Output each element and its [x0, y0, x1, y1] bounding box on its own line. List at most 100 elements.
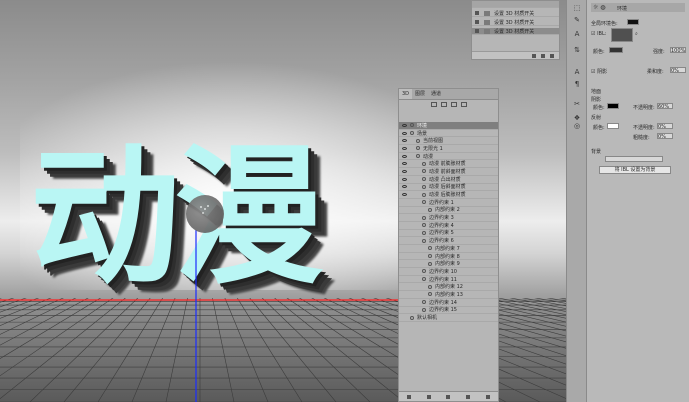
layer-row[interactable]: 动漫 前膨胀材质 — [399, 160, 498, 169]
history-item[interactable]: 设置 3D 材质开关 — [472, 10, 559, 17]
history-thumbnail — [484, 28, 490, 34]
scene-filter-icon[interactable] — [430, 101, 437, 107]
camera-icon[interactable] — [541, 53, 545, 58]
layer-row[interactable]: 边界约束 11 — [399, 276, 498, 284]
eye-visibility-icon[interactable] — [402, 185, 407, 189]
node-type-icon — [422, 200, 426, 205]
layer-row[interactable]: 动漫 后斜面材质 — [399, 184, 498, 192]
eye-visibility-icon[interactable] — [402, 162, 407, 166]
3d-filter-toolbar — [399, 99, 498, 109]
new-object-icon[interactable] — [466, 394, 471, 399]
layer-row[interactable]: 边界约束 4 — [399, 222, 498, 230]
eye-visibility-icon[interactable] — [402, 146, 407, 150]
set-ibl-background-button[interactable]: 将 IBL 设置为背景 — [599, 166, 671, 174]
layer-row-label: 内部约束 9 — [435, 261, 460, 268]
layer-row[interactable]: 默认相机 — [399, 314, 498, 322]
3d-icon[interactable]: ◎ — [572, 122, 582, 131]
eye-visibility-icon[interactable] — [402, 139, 407, 143]
layer-row[interactable]: 边界约束 5 — [399, 230, 498, 238]
softness-field[interactable]: 0% — [670, 67, 686, 74]
magnifier-icon[interactable]: ⌕ — [635, 31, 638, 37]
history-brush-icon[interactable]: ⬚ — [572, 4, 582, 13]
background-dropdown[interactable] — [605, 156, 663, 162]
ground-shadow-swatch[interactable] — [607, 103, 619, 109]
layer-row[interactable]: 当前视图 — [399, 137, 498, 146]
light-filter-icon[interactable] — [460, 101, 467, 107]
history-footer — [472, 51, 559, 59]
material-drop-icon[interactable] — [426, 394, 431, 399]
adjust-icon[interactable]: ⇅ — [572, 46, 582, 55]
layer-row[interactable]: 边界约束 15 — [399, 307, 498, 315]
intensity-field[interactable]: 100% — [670, 47, 686, 54]
eye-visibility-icon[interactable] — [402, 193, 407, 197]
layer-row[interactable]: 无限光 1 — [399, 145, 498, 153]
layer-row[interactable]: 内部约束 7 — [399, 245, 498, 253]
layer-row[interactable]: 场景 — [399, 130, 498, 138]
brush-icon[interactable]: ✎ — [572, 16, 582, 25]
trash-icon[interactable] — [550, 53, 554, 58]
tab-channels[interactable]: 通道 — [428, 89, 444, 99]
layer-row[interactable]: 内部约束 12 — [399, 283, 498, 292]
history-item[interactable]: 设置 3D 材质开关 — [472, 19, 559, 26]
eye-visibility-icon[interactable] — [402, 154, 407, 158]
node-type-icon — [428, 207, 432, 212]
material-filter-icon[interactable] — [450, 101, 457, 107]
roughness-field[interactable]: 0% — [657, 133, 673, 140]
layer-row[interactable]: 内部约束 9 — [399, 260, 498, 269]
layer-row-label: 场景 — [417, 130, 428, 137]
3d-scene-tree: 环境 场景 当前视图 无限光 1 动漫 动漫 前膨胀材质 动漫 前斜面材质 动漫 凸出材质 动漫… — [399, 122, 498, 322]
tab-layers[interactable]: 图层 — [412, 89, 428, 99]
layer-row[interactable]: 边界约束 6 — [399, 237, 498, 245]
ibl-color-swatch[interactable] — [609, 47, 623, 53]
layer-row[interactable]: 动漫 后膨胀材质 — [399, 191, 498, 199]
layer-row[interactable]: 边界约束 10 — [399, 268, 498, 276]
eye-visibility-icon[interactable] — [402, 123, 407, 127]
layer-row-label: 边界约束 5 — [429, 230, 454, 237]
ibl-checkbox-label: ☑ IBL: — [591, 31, 607, 37]
intensity-label: 强度: — [653, 49, 665, 55]
node-type-icon — [422, 269, 426, 274]
ibl-texture-preview[interactable] — [611, 28, 633, 42]
new-light-icon[interactable] — [406, 394, 411, 399]
render-icon[interactable] — [446, 394, 451, 399]
eye-visibility-icon[interactable] — [402, 169, 407, 173]
layer-row[interactable]: 边界约束 1 — [399, 199, 498, 207]
layer-row[interactable]: 内部约束 2 — [399, 207, 498, 215]
eye-visibility-icon[interactable] — [402, 177, 407, 181]
opacity-field-1[interactable]: 60% — [657, 103, 673, 110]
3d-orbit-widget[interactable] — [186, 195, 224, 233]
tab-3d[interactable]: 3D — [399, 89, 413, 99]
history-item-selected[interactable]: 设置 3D 材质开关 — [472, 28, 559, 35]
layer-row[interactable]: 边界约束 3 — [399, 214, 498, 222]
reflection-label: 反射 — [591, 115, 602, 121]
layer-row[interactable]: 动漫 — [399, 153, 498, 161]
layer-row[interactable]: 动漫 前斜面材质 — [399, 168, 498, 176]
opacity-label: 不透明度: — [633, 105, 655, 111]
history-state-icon — [475, 11, 479, 15]
history-state-icon — [475, 20, 479, 24]
layer-row[interactable]: 环境 — [399, 122, 498, 130]
roughness-value: 0% — [658, 134, 666, 140]
history-thumbnail — [484, 19, 490, 25]
layer-row[interactable]: 内部约束 13 — [399, 291, 498, 299]
tools-icon[interactable]: ✂ — [572, 100, 582, 109]
opacity-field-2[interactable]: 0% — [657, 123, 673, 130]
text-icon[interactable]: A — [572, 68, 582, 77]
layer-row-label: 边界约束 4 — [429, 222, 454, 229]
new-document-icon[interactable] — [532, 53, 536, 58]
paragraph-icon[interactable]: ¶ — [572, 80, 582, 89]
layer-row[interactable]: 边界约束 14 — [399, 299, 498, 307]
layer-row-label: 环境 — [417, 122, 428, 129]
node-type-icon — [428, 246, 432, 251]
global-ambient-swatch[interactable] — [627, 19, 639, 25]
eye-visibility-icon[interactable] — [402, 131, 407, 135]
layer-row[interactable]: 动漫 凸出材质 — [399, 176, 498, 184]
layer-row-label: 动漫 — [423, 153, 434, 160]
mesh-filter-icon[interactable] — [440, 101, 447, 107]
delete-icon[interactable] — [486, 394, 491, 399]
layer-row[interactable]: 内部约束 8 — [399, 253, 498, 261]
reflection-swatch[interactable] — [607, 123, 619, 129]
shadow-checkbox[interactable]: ☑ 阴影 — [591, 68, 607, 75]
character-icon[interactable]: A — [572, 30, 582, 39]
layer-row-label: 默认相机 — [417, 315, 438, 322]
